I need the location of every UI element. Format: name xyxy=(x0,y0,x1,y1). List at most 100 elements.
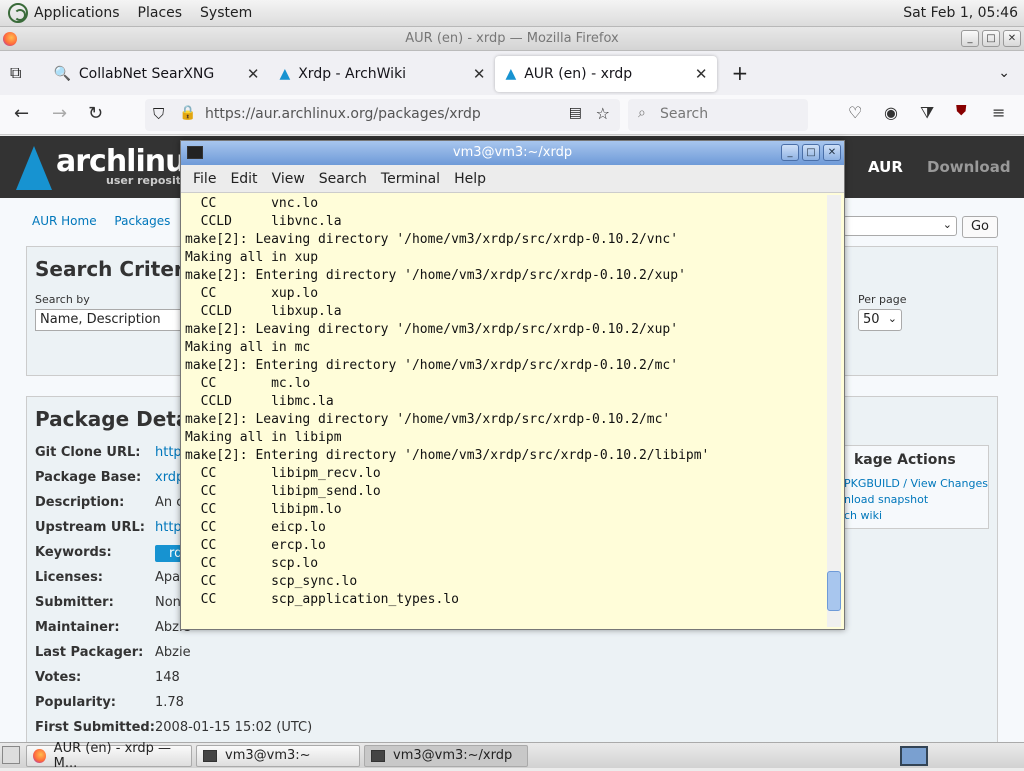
crumb-aur-home[interactable]: AUR Home xyxy=(32,214,97,228)
language-select[interactable]: ⌄ xyxy=(843,216,957,236)
back-icon[interactable]: ← xyxy=(14,103,29,124)
terminal-line: CC vnc.lo xyxy=(185,196,319,211)
taskbar-terminal-home[interactable]: vm3@vm3:~ xyxy=(196,744,360,767)
terminal-line: make[2]: Leaving directory '/home/vm3/xr… xyxy=(185,412,671,427)
terminal-line: Making all in xup xyxy=(185,250,319,265)
detail-value: Non xyxy=(155,595,181,610)
terminal-icon xyxy=(371,749,385,762)
detail-value: Abzie xyxy=(155,645,191,660)
terminal-minimize-button[interactable]: _ xyxy=(781,144,799,161)
search-placeholder: Search xyxy=(660,106,709,122)
crumb-packages[interactable]: Packages xyxy=(114,214,170,228)
per-page-select[interactable]: 50 ⌄ xyxy=(858,309,902,331)
search-by-label: Search by xyxy=(35,293,90,306)
terminal-line: CC eicp.lo xyxy=(185,520,326,535)
top-panel: Applications Places System Sat Feb 1, 05… xyxy=(0,0,1024,27)
detail-label: Keywords: xyxy=(35,545,112,560)
search-criteria-title: Search Criteria xyxy=(35,257,205,281)
terminal-line: CC libipm_recv.lo xyxy=(185,466,381,481)
taskbar-firefox[interactable]: AUR (en) - xrdp — M... xyxy=(26,741,192,771)
close-button[interactable]: ✕ xyxy=(1003,30,1021,47)
go-button[interactable]: Go xyxy=(962,216,998,238)
tab-aur-xrdp[interactable]: ▲ AUR (en) - xrdp ✕ xyxy=(495,56,718,92)
url-bar[interactable]: ⛉ 🔒 https://aur.archlinux.org/packages/x… xyxy=(145,99,620,131)
terminal-titlebar[interactable]: vm3@vm3:~/xrdp _ □ ✕ xyxy=(181,141,844,165)
bottom-taskbar: AUR (en) - xrdp — M... vm3@vm3:~ vm3@vm3… xyxy=(0,741,1024,771)
clock[interactable]: Sat Feb 1, 05:46 xyxy=(903,5,1018,21)
search-box[interactable]: ⌕ Search xyxy=(628,99,808,131)
menu-help[interactable]: Help xyxy=(454,171,486,187)
menu-file[interactable]: File xyxy=(193,171,216,187)
firefox-icon xyxy=(3,32,17,46)
search-icon: ⌕ xyxy=(638,105,646,121)
bookmark-star-icon[interactable]: ☆ xyxy=(596,104,610,123)
package-actions-title: kage Actions xyxy=(854,452,956,468)
close-tab-icon[interactable]: ✕ xyxy=(247,65,260,83)
nav-aur[interactable]: AUR xyxy=(868,158,903,176)
search-by-select[interactable]: Name, Description xyxy=(35,309,195,331)
menu-terminal[interactable]: Terminal xyxy=(381,171,440,187)
terminal-line: Making all in libipm xyxy=(185,430,342,445)
show-desktop-icon[interactable] xyxy=(2,746,20,764)
menu-icon[interactable]: ≡ xyxy=(992,103,1005,122)
gnome-foot-icon[interactable] xyxy=(8,3,28,23)
account-icon[interactable]: ◉ xyxy=(884,103,898,122)
forward-icon[interactable]: → xyxy=(52,103,67,124)
terminal-icon xyxy=(187,146,203,159)
close-tab-icon[interactable]: ✕ xyxy=(473,65,486,83)
tab-label: AUR (en) - xrdp xyxy=(524,66,633,82)
arch-logo-icon: ▲ xyxy=(279,66,291,82)
terminal-close-button[interactable]: ✕ xyxy=(823,144,841,161)
pocket-icon[interactable]: ♡ xyxy=(848,103,862,122)
tab-label: CollabNet SearXNG xyxy=(78,66,215,82)
tab-searxng[interactable]: 🔍 CollabNet SearXNG ✕ xyxy=(43,56,269,92)
ublock-icon[interactable]: ⛊ xyxy=(956,103,967,119)
menu-system[interactable]: System xyxy=(200,5,252,21)
detail-label: Submitter: xyxy=(35,595,114,610)
close-tab-icon[interactable]: ✕ xyxy=(695,65,708,83)
menu-places[interactable]: Places xyxy=(138,5,183,21)
extensions-icon[interactable]: ⧩ xyxy=(920,103,934,123)
menu-view[interactable]: View xyxy=(272,171,305,187)
maximize-button[interactable]: □ xyxy=(982,30,1000,47)
terminal-icon xyxy=(203,749,217,762)
terminal-line: make[2]: Entering directory '/home/vm3/x… xyxy=(185,358,679,373)
minimize-button[interactable]: _ xyxy=(961,30,979,47)
terminal-line: make[2]: Entering directory '/home/vm3/x… xyxy=(185,448,710,463)
workspace-switcher[interactable] xyxy=(900,746,928,766)
new-tab-button[interactable]: + xyxy=(731,61,748,85)
nav-download[interactable]: Download xyxy=(927,158,1011,176)
terminal-menubar: File Edit View Search Terminal Help xyxy=(181,165,844,193)
terminal-line: CC mc.lo xyxy=(185,376,311,391)
terminal-window[interactable]: vm3@vm3:~/xrdp _ □ ✕ File Edit View Sear… xyxy=(180,140,845,630)
firefox-window-title: AUR (en) - xrdp — Mozilla Firefox xyxy=(405,31,619,46)
menu-edit[interactable]: Edit xyxy=(230,171,257,187)
list-tabs-icon[interactable]: ⌄ xyxy=(998,65,1010,81)
menu-applications[interactable]: Applications xyxy=(34,5,120,21)
lock-icon[interactable]: 🔒 xyxy=(179,105,196,121)
tab-archwiki[interactable]: ▲ Xrdp - ArchWiki ✕ xyxy=(269,56,495,92)
magnifier-icon: 🔍 xyxy=(53,66,71,82)
pkgbuild-link[interactable]: PKGBUILD / View Changes xyxy=(844,477,988,490)
menu-search[interactable]: Search xyxy=(319,171,367,187)
taskbar-terminal-xrdp[interactable]: vm3@vm3:~/xrdp xyxy=(364,744,528,767)
reload-icon[interactable]: ↻ xyxy=(88,103,103,124)
terminal-output[interactable]: CC vnc.lo CCLD libvnc.la make[2]: Leaving… xyxy=(185,195,825,609)
tab-overview-icon[interactable]: ⧉ xyxy=(10,63,21,83)
detail-value: 1.78 xyxy=(155,695,184,710)
terminal-scrollbar[interactable] xyxy=(827,195,841,627)
terminal-line: Making all in mc xyxy=(185,340,311,355)
download-snapshot-link[interactable]: nload snapshot xyxy=(844,493,928,506)
taskbar-label: vm3@vm3:~/xrdp xyxy=(393,748,513,763)
terminal-maximize-button[interactable]: □ xyxy=(802,144,820,161)
search-wiki-link[interactable]: ch wiki xyxy=(844,509,882,522)
reader-view-icon[interactable]: ▤ xyxy=(569,105,582,121)
url-text[interactable]: https://aur.archlinux.org/packages/xrdp xyxy=(205,106,481,122)
terminal-line: CC ercp.lo xyxy=(185,538,326,553)
detail-label: Licenses: xyxy=(35,570,104,585)
detail-label: Package Base: xyxy=(35,470,142,485)
terminal-scroll-thumb[interactable] xyxy=(827,571,841,611)
shield-icon[interactable]: ⛉ xyxy=(153,105,164,123)
taskbar-label: AUR (en) - xrdp — M... xyxy=(53,740,172,771)
terminal-line: make[2]: Leaving directory '/home/vm3/xr… xyxy=(185,232,679,247)
